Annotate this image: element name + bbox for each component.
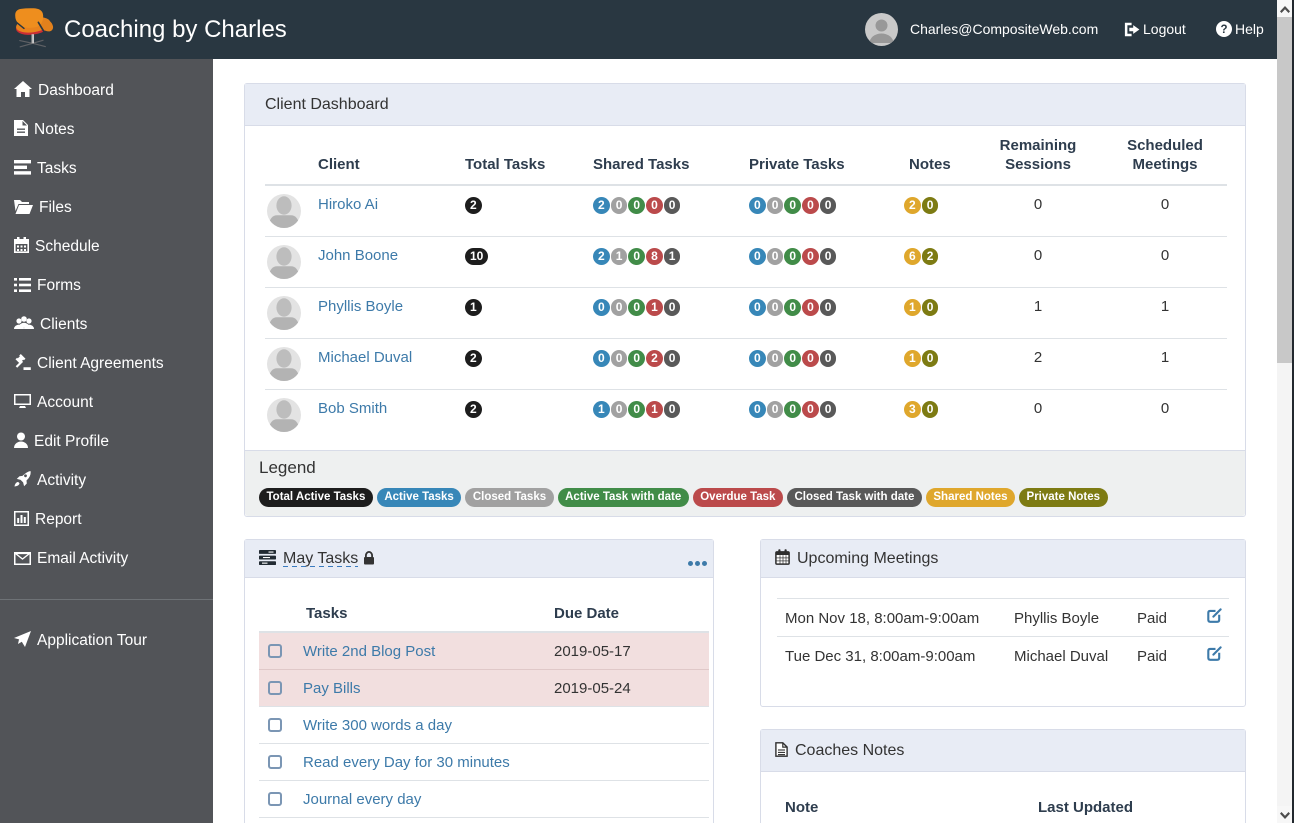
svg-text:?: ? xyxy=(1220,24,1227,36)
